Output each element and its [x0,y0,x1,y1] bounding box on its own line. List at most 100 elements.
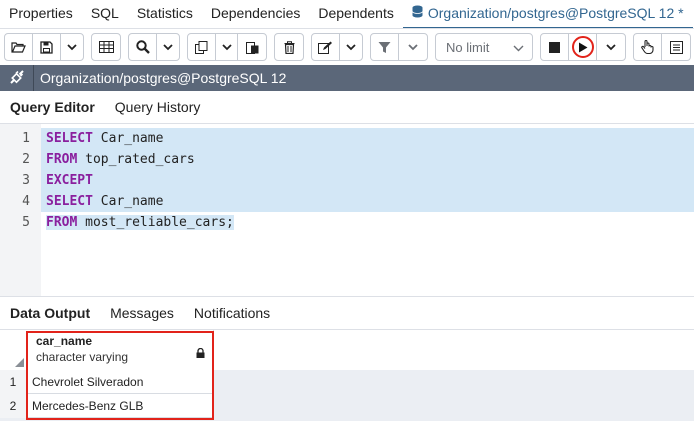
code-lines: 1 SELECT Car_name 2 FROM top_rated_cars … [0,128,694,233]
sql-editor[interactable]: 1 SELECT Car_name 2 FROM top_rated_cars … [0,124,694,296]
tab-dependents[interactable]: Dependents [309,0,403,28]
code-line: 3 EXCEPT [0,170,694,191]
execute-options-dropdown[interactable] [597,34,625,60]
table-cell[interactable]: Mercedes-Benz GLB [26,394,214,418]
connection-plug-button[interactable] [0,65,34,91]
chevron-down-icon [606,43,616,51]
select-all-corner[interactable] [0,330,26,370]
chevron-down-icon [346,43,356,51]
explain-group [633,33,691,61]
code-line: 4 SELECT Car_name [0,191,694,212]
copy-button[interactable] [188,34,216,60]
line-number: 4 [22,194,30,209]
filter-icon [378,41,391,54]
code-line: 1 SELECT Car_name [0,128,694,149]
database-icon [411,0,423,27]
execution-group [540,33,626,61]
table-row[interactable]: 1 Chevrolet Silveradon [0,370,214,394]
edit-format-group [311,33,363,61]
tab-query-tool-label: Organization/postgres@PostgreSQL 12 * [427,4,684,21]
code-line: 2 FROM top_rated_cars [0,149,694,170]
stop-button[interactable] [541,34,569,60]
sql-keyword: EXCEPT [46,173,93,188]
sql-keyword: FROM [46,152,78,167]
find-group [128,33,180,61]
explain-icon [669,40,683,54]
paste-icon [245,41,259,54]
edit-icon [318,41,333,54]
line-text: FROM most_reliable_cars; [41,212,694,233]
clipboard-group [187,33,267,61]
tab-messages[interactable]: Messages [100,305,184,321]
edit-options-dropdown[interactable] [340,34,362,60]
table-row[interactable]: 2 Mercedes-Benz GLB [0,394,214,418]
column-type: character varying [36,350,129,364]
tab-query-history[interactable]: Query History [105,91,211,124]
execute-highlight-circle [571,36,594,58]
explain-button[interactable] [662,34,690,60]
copy-icon [195,40,208,54]
chevron-down-icon [408,43,418,51]
limit-select-value: No limit [446,39,490,55]
edit-grid-button[interactable] [92,34,120,60]
save-button[interactable] [33,34,61,60]
grid-icon [98,41,114,53]
execute-icon [578,42,588,53]
tab-query-editor[interactable]: Query Editor [0,91,105,124]
column-name: car_name [36,334,93,348]
table-cell[interactable]: Chevrolet Silveradon [26,370,214,394]
sql-text: most_reliable_cars; [77,215,234,230]
filter-group [370,33,428,61]
chevron-down-icon [513,40,524,55]
hand-button[interactable] [634,34,662,60]
tab-statistics[interactable]: Statistics [128,0,202,28]
filter-button[interactable] [371,34,399,60]
line-number: 5 [22,215,30,230]
delete-icon [284,40,295,54]
line-text: FROM top_rated_cars [41,149,694,170]
delete-group [274,33,304,61]
paste-button[interactable] [238,34,266,60]
sql-keyword: FROM [46,215,78,230]
open-file-button[interactable] [5,34,33,60]
find-options-dropdown[interactable] [157,34,179,60]
find-button[interactable] [129,34,157,60]
query-editor-tabs: Query Editor Query History [0,91,694,124]
tab-notifications[interactable]: Notifications [184,305,280,321]
save-options-dropdown[interactable] [61,34,83,60]
sql-keyword: SELECT [46,131,93,146]
edit-button[interactable] [312,34,340,60]
limit-select[interactable]: No limit [435,33,533,61]
corner-triangle-icon [15,358,24,367]
query-toolbar: No limit [0,29,694,65]
sql-text: Car_name [92,194,164,209]
stop-icon [549,41,560,53]
line-number: 3 [22,173,30,188]
code-line: 5 FROM most_reliable_cars; [0,212,694,233]
column-header-car-name[interactable]: car_name character varying [26,330,214,370]
sql-text: Car_name [92,131,164,146]
tab-dependencies[interactable]: Dependencies [202,0,310,28]
row-number: 1 [0,370,26,394]
output-tabs: Data Output Messages Notifications [0,296,694,330]
delete-button[interactable] [275,34,303,60]
tab-properties[interactable]: Properties [0,0,82,28]
execute-button[interactable] [569,34,597,60]
sql-text: top_rated_cars [77,152,195,167]
tab-query-tool[interactable]: Organization/postgres@PostgreSQL 12 * [402,0,693,28]
row-number: 2 [0,394,26,418]
tab-data-output[interactable]: Data Output [0,305,100,321]
copy-options-dropdown[interactable] [216,34,238,60]
line-text: SELECT Car_name [41,128,694,149]
search-icon [135,40,150,54]
filter-options-dropdown[interactable] [399,34,427,60]
hand-icon [641,40,654,54]
chevron-down-icon [221,43,232,51]
file-button-group [4,33,84,61]
save-icon [40,40,53,54]
sql-keyword: SELECT [46,194,93,209]
tab-sql[interactable]: SQL [82,0,128,28]
connection-bar: Organization/postgres@PostgreSQL 12 [0,65,694,91]
line-number: 2 [22,152,30,167]
connection-title: Organization/postgres@PostgreSQL 12 [40,70,287,86]
